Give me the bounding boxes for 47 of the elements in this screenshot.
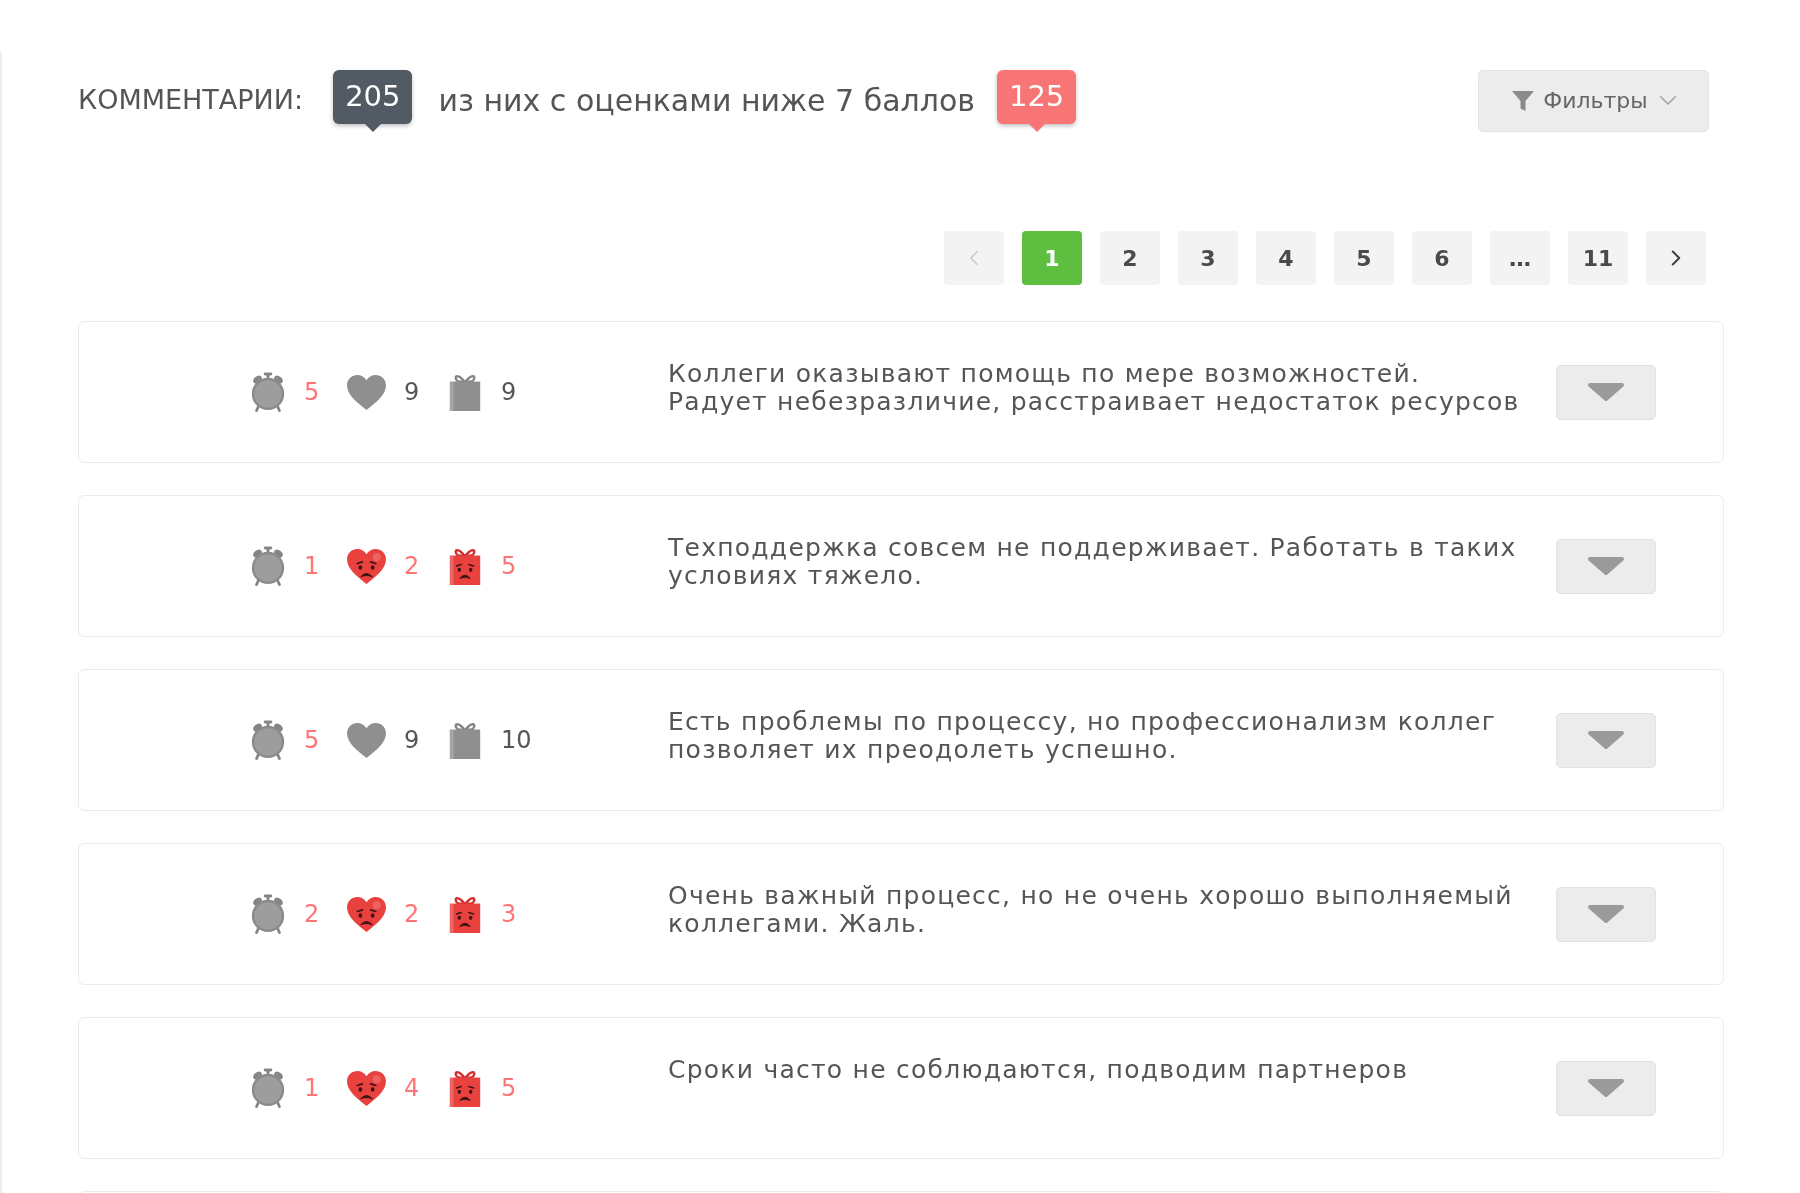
- page-button[interactable]: 5: [1334, 231, 1394, 285]
- page-button[interactable]: 3: [1178, 231, 1238, 285]
- rating-count: 5: [501, 551, 518, 582]
- alarm-clock-icon: [249, 1068, 287, 1108]
- chevron-down-icon: [1659, 96, 1676, 105]
- rating-count: 2: [404, 551, 421, 582]
- rating-count: 9: [404, 377, 421, 408]
- expand-button[interactable]: [1556, 364, 1656, 420]
- comment-text: Сроки часто не соблюдаются, подводим партнеров: [668, 1056, 1410, 1084]
- alarm-clock-icon: [249, 720, 287, 760]
- rating-count: 1: [304, 1073, 321, 1104]
- page-button[interactable]: 4: [1256, 231, 1316, 285]
- rating-count: 2: [404, 899, 421, 930]
- caret-down-icon: [1587, 730, 1625, 750]
- rating-count: 9: [404, 725, 421, 756]
- comment-text: Коллеги оказывают помощь по мере возможностей. Радует небезразличие, расстраивает недостаток ресурсов: [668, 360, 1521, 416]
- page-button[interactable]: 2: [1100, 231, 1160, 285]
- more-pages-button[interactable]: …: [1490, 231, 1550, 285]
- rating-count: 4: [404, 1073, 421, 1104]
- expand-button[interactable]: [1556, 538, 1656, 594]
- filter-button[interactable]: Фильтры: [1478, 69, 1709, 132]
- rating-count: 9: [501, 377, 518, 408]
- filter-icon: [1511, 88, 1536, 113]
- page-button[interactable]: 11: [1568, 231, 1628, 285]
- page-button[interactable]: 6: [1412, 231, 1472, 285]
- expand-button[interactable]: [1556, 886, 1656, 942]
- rating-count: 1: [304, 551, 321, 582]
- caret-down-icon: [1587, 556, 1625, 576]
- rating-count: 5: [501, 1073, 518, 1104]
- alarm-clock-icon: [249, 372, 287, 412]
- rating-count: 5: [304, 377, 321, 408]
- comments-label: КОММЕНТАРИИ:: [78, 83, 304, 118]
- caret-down-icon: [1587, 1078, 1625, 1098]
- rating-count: 2: [304, 899, 321, 930]
- comment-text: Очень важный процесс, но не очень хорошо выполняемый коллегами. Жаль.: [668, 882, 1514, 938]
- rating-count: 5: [304, 725, 321, 756]
- summary-text: из них с оценками ниже 7 баллов: [438, 82, 975, 120]
- caret-down-icon: [1587, 382, 1625, 402]
- comment-text: Техподдержка совсем не поддерживает. Работать в таких условиях тяжело.: [668, 534, 1518, 590]
- rating-count: 3: [501, 899, 518, 930]
- expand-button[interactable]: [1556, 712, 1656, 768]
- alarm-clock-icon: [249, 894, 287, 934]
- expand-button[interactable]: [1556, 1060, 1656, 1116]
- rating-count: 10: [501, 725, 532, 756]
- comment-text: Есть проблемы по процессу, но профессионализм коллег позволяет их преодолеть успешно.: [668, 708, 1498, 764]
- caret-down-icon: [1587, 904, 1625, 924]
- alarm-clock-icon: [249, 546, 287, 586]
